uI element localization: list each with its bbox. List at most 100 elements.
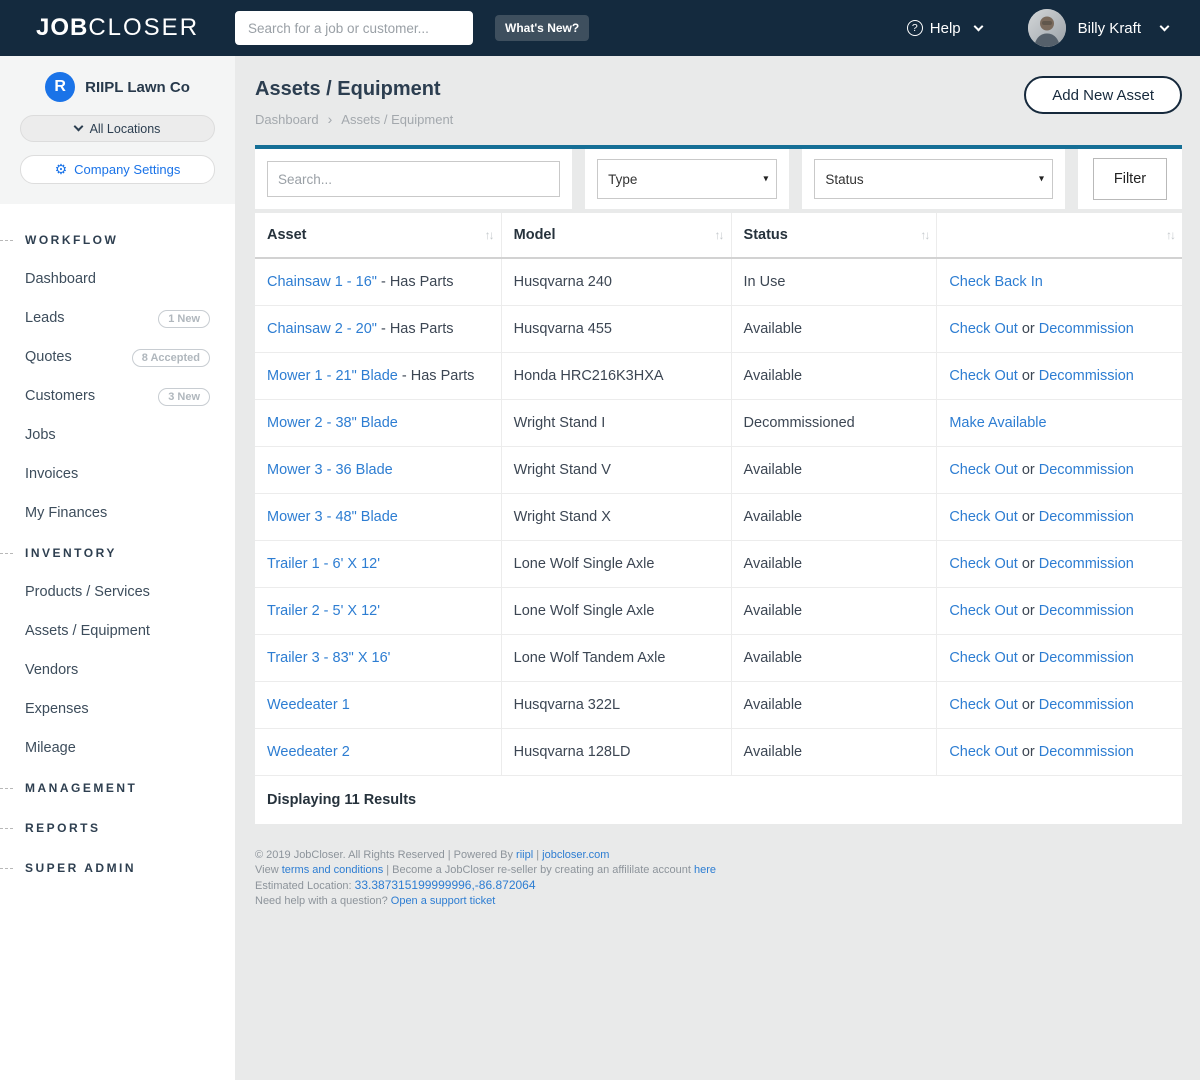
sidebar-item-label: My Finances bbox=[25, 505, 107, 521]
nav-section-super-admin[interactable]: SUPER ADMIN bbox=[0, 848, 235, 888]
action-primary-link[interactable]: Check Back In bbox=[949, 274, 1043, 290]
sidebar-item-dashboard[interactable]: Dashboard bbox=[0, 260, 235, 299]
asset-link[interactable]: Weedeater 2 bbox=[267, 744, 350, 760]
action-primary-link[interactable]: Check Out bbox=[949, 650, 1018, 666]
sort-icon[interactable]: ↑↓ bbox=[920, 228, 928, 242]
action-primary-link[interactable]: Check Out bbox=[949, 368, 1018, 384]
sidebar-item-invoices[interactable]: Invoices bbox=[0, 455, 235, 494]
table-row: Trailer 3 - 83" X 16' Lone Wolf Tandem A… bbox=[255, 635, 1182, 682]
sort-icon[interactable]: ↑↓ bbox=[715, 228, 723, 242]
support-ticket-link[interactable]: Open a support ticket bbox=[391, 895, 496, 907]
locations-dropdown[interactable]: All Locations bbox=[20, 115, 215, 142]
help-menu[interactable]: ? Help bbox=[907, 20, 982, 37]
company-settings-button[interactable]: ⚙ Company Settings bbox=[20, 155, 215, 184]
table-row: Weedeater 1 Husqvarna 322L Available Che… bbox=[255, 682, 1182, 729]
status-cell: Available bbox=[731, 729, 937, 775]
asset-link[interactable]: Trailer 2 - 5' X 12' bbox=[267, 603, 380, 619]
affiliate-link[interactable]: here bbox=[694, 864, 716, 876]
sidebar-item-my-finances[interactable]: My Finances bbox=[0, 494, 235, 533]
action-primary-link[interactable]: Make Available bbox=[949, 415, 1046, 431]
sidebar-item-label: Dashboard bbox=[25, 271, 96, 287]
asset-link[interactable]: Chainsaw 1 - 16" bbox=[267, 274, 377, 290]
action-primary-link[interactable]: Check Out bbox=[949, 462, 1018, 478]
status-cell: Available bbox=[731, 494, 937, 540]
model-cell: Husqvarna 128LD bbox=[501, 729, 731, 775]
breadcrumb-dashboard-link[interactable]: Dashboard bbox=[255, 112, 319, 127]
footer-text: Need help with a question? bbox=[255, 895, 391, 907]
sidebar-item-assets-equipment[interactable]: Assets / Equipment bbox=[0, 612, 235, 651]
asset-link[interactable]: Chainsaw 2 - 20" bbox=[267, 321, 377, 337]
footer-text: View bbox=[255, 864, 282, 876]
model-cell: Wright Stand X bbox=[501, 494, 731, 540]
table-row: Mower 1 - 21" Blade - Has Parts Honda HR… bbox=[255, 353, 1182, 400]
status-cell: Available bbox=[731, 353, 937, 399]
footer-text: © 2019 JobCloser. All Rights Reserved | … bbox=[255, 849, 516, 861]
sidebar-item-vendors[interactable]: Vendors bbox=[0, 651, 235, 690]
action-primary-link[interactable]: Check Out bbox=[949, 603, 1018, 619]
asset-link[interactable]: Mower 1 - 21" Blade bbox=[267, 368, 398, 384]
model-cell: Lone Wolf Single Axle bbox=[501, 541, 731, 587]
sidebar-item-products-services[interactable]: Products / Services bbox=[0, 573, 235, 612]
filter-button[interactable]: Filter bbox=[1093, 158, 1167, 200]
nav-section-management[interactable]: MANAGEMENT bbox=[0, 768, 235, 808]
action-primary-link[interactable]: Check Out bbox=[949, 556, 1018, 572]
user-name: Billy Kraft bbox=[1078, 20, 1141, 37]
add-new-asset-button[interactable]: Add New Asset bbox=[1024, 76, 1182, 114]
sidebar-item-mileage[interactable]: Mileage bbox=[0, 729, 235, 768]
sidebar-item-jobs[interactable]: Jobs bbox=[0, 416, 235, 455]
riipl-link[interactable]: riipl bbox=[516, 849, 533, 861]
asset-cell: Weedeater 1 bbox=[255, 682, 501, 728]
asset-link[interactable]: Mower 3 - 48" Blade bbox=[267, 509, 398, 525]
action-secondary-link[interactable]: Decommission bbox=[1039, 650, 1134, 666]
action-primary-link[interactable]: Check Out bbox=[949, 321, 1018, 337]
user-menu[interactable]: Billy Kraft bbox=[1028, 9, 1168, 47]
sort-icon[interactable]: ↑↓ bbox=[1166, 228, 1174, 242]
action-secondary-link[interactable]: Decommission bbox=[1039, 368, 1134, 384]
breadcrumb-current: Assets / Equipment bbox=[341, 112, 453, 127]
table-row: Mower 3 - 48" Blade Wright Stand X Avail… bbox=[255, 494, 1182, 541]
asset-suffix: - Has Parts bbox=[398, 368, 475, 384]
sidebar-item-leads[interactable]: Leads 1 New bbox=[0, 299, 235, 338]
asset-search-input[interactable] bbox=[267, 161, 560, 197]
action-secondary-link[interactable]: Decommission bbox=[1039, 321, 1134, 337]
footer-text: | bbox=[533, 849, 542, 861]
asset-link[interactable]: Trailer 1 - 6' X 12' bbox=[267, 556, 380, 572]
type-select[interactable]: Type bbox=[597, 159, 777, 199]
action-secondary-link[interactable]: Decommission bbox=[1039, 603, 1134, 619]
location-coordinates-link[interactable]: 33.387315199999996,-86.872064 bbox=[355, 878, 536, 892]
action-primary-link[interactable]: Check Out bbox=[949, 697, 1018, 713]
logo-text-bold: JOB bbox=[36, 14, 88, 42]
asset-cell: Chainsaw 1 - 16" - Has Parts bbox=[255, 259, 501, 305]
nav-section-reports[interactable]: REPORTS bbox=[0, 808, 235, 848]
jobcloser-link[interactable]: jobcloser.com bbox=[542, 849, 609, 861]
table-row: Mower 2 - 38" Blade Wright Stand I Decom… bbox=[255, 400, 1182, 447]
action-secondary-link[interactable]: Decommission bbox=[1039, 509, 1134, 525]
asset-link[interactable]: Mower 2 - 38" Blade bbox=[267, 415, 398, 431]
sidebar-item-expenses[interactable]: Expenses bbox=[0, 690, 235, 729]
action-secondary-link[interactable]: Decommission bbox=[1039, 462, 1134, 478]
action-secondary-link[interactable]: Decommission bbox=[1039, 556, 1134, 572]
asset-cell: Trailer 1 - 6' X 12' bbox=[255, 541, 501, 587]
action-primary-link[interactable]: Check Out bbox=[949, 509, 1018, 525]
actions-cell: Check Out or Decommission bbox=[936, 635, 1182, 681]
model-cell: Husqvarna 322L bbox=[501, 682, 731, 728]
asset-link[interactable]: Trailer 3 - 83" X 16' bbox=[267, 650, 390, 666]
whats-new-button[interactable]: What's New? bbox=[495, 15, 589, 41]
sidebar-item-quotes[interactable]: Quotes 8 Accepted bbox=[0, 338, 235, 377]
table-row: Mower 3 - 36 Blade Wright Stand V Availa… bbox=[255, 447, 1182, 494]
asset-link[interactable]: Weedeater 1 bbox=[267, 697, 350, 713]
global-search-input[interactable] bbox=[235, 11, 473, 45]
sort-icon[interactable]: ↑↓ bbox=[485, 228, 493, 242]
filter-status-cell: Status ▾ bbox=[802, 149, 1065, 209]
terms-link[interactable]: terms and conditions bbox=[282, 864, 384, 876]
assets-table: Asset ↑↓ Model ↑↓ Status ↑↓ ↑↓ bbox=[255, 213, 1182, 824]
status-select[interactable]: Status bbox=[814, 159, 1053, 199]
action-secondary-link[interactable]: Decommission bbox=[1039, 697, 1134, 713]
asset-link[interactable]: Mower 3 - 36 Blade bbox=[267, 462, 393, 478]
actions-cell: Make Available bbox=[936, 400, 1182, 446]
action-primary-link[interactable]: Check Out bbox=[949, 744, 1018, 760]
model-cell: Husqvarna 455 bbox=[501, 306, 731, 352]
filter-button-cell: Filter bbox=[1078, 149, 1182, 209]
action-secondary-link[interactable]: Decommission bbox=[1039, 744, 1134, 760]
sidebar-item-customers[interactable]: Customers 3 New bbox=[0, 377, 235, 416]
